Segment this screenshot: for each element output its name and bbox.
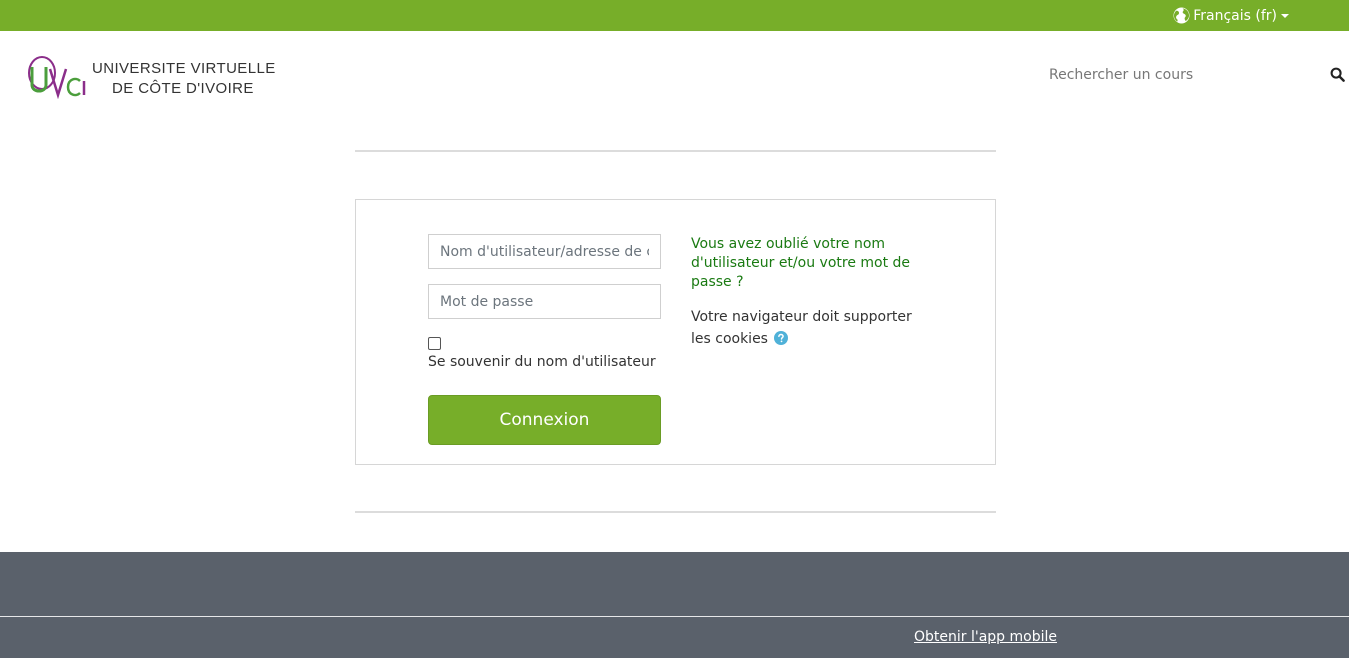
logo-line-2: DE CÔTE D'IVOIRE: [112, 80, 254, 97]
page-footer: Obtenir l'app mobile: [0, 552, 1349, 658]
login-card: Se souvenir du nom d'utilisateur Connexi…: [355, 199, 996, 465]
language-menu[interactable]: Français (fr): [1173, 7, 1289, 24]
remember-username-checkbox[interactable]: [428, 337, 441, 350]
mobile-app-link[interactable]: Obtenir l'app mobile: [914, 629, 1057, 645]
logo-line-1: UNIVERSITE VIRTUELLE: [92, 60, 276, 77]
divider-bottom: [355, 511, 996, 513]
password-field[interactable]: [428, 284, 661, 319]
login-button[interactable]: Connexion: [428, 395, 661, 445]
globe-icon: [1173, 7, 1190, 24]
course-search-input[interactable]: [1039, 60, 1319, 90]
site-logo[interactable]: UNIVERSITE VIRTUELLE DE CÔTE D'IVOIRE: [26, 55, 275, 99]
footer-divider: [0, 616, 1349, 617]
username-field[interactable]: [428, 234, 661, 269]
top-bar: Français (fr): [0, 0, 1349, 31]
remember-username-label[interactable]: Se souvenir du nom d'utilisateur: [428, 354, 656, 370]
language-label: Français (fr): [1193, 7, 1277, 24]
divider-top: [355, 150, 996, 152]
course-search: [1039, 60, 1349, 90]
uvci-logo-mark: [28, 56, 86, 99]
logo-text: UNIVERSITE VIRTUELLE DE CÔTE D'IVOIRE: [92, 59, 276, 99]
search-icon[interactable]: [1330, 67, 1345, 82]
forgot-password-link[interactable]: Vous avez oublié votre nom d'utilisateur…: [691, 235, 921, 292]
cookies-text: Votre navigateur doit supporter les cook…: [691, 309, 912, 347]
caret-down-icon: [1281, 13, 1289, 18]
question-circle-icon[interactable]: [773, 331, 788, 345]
cookies-notice: Votre navigateur doit supporter les cook…: [691, 306, 921, 350]
